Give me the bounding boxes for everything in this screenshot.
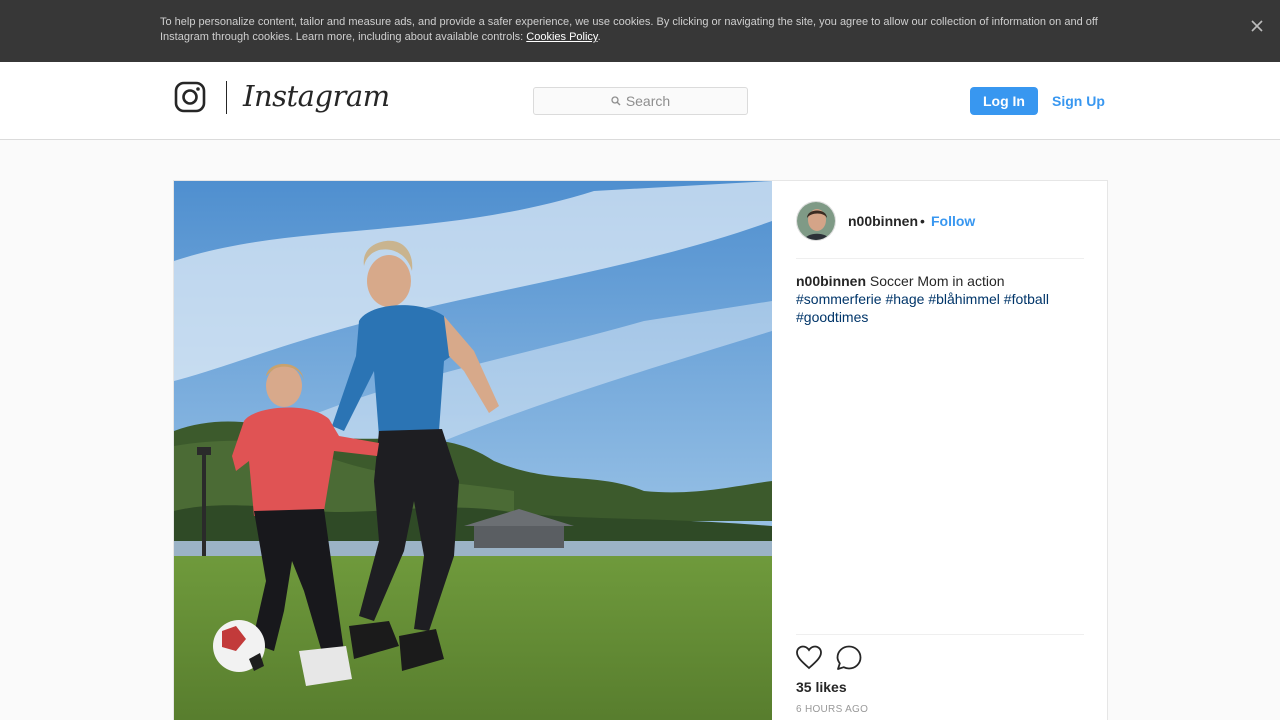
caption-username[interactable]: n00binnen [796, 273, 866, 289]
hashtag-link[interactable]: #fotball [1004, 291, 1049, 307]
instagram-camera-icon[interactable] [174, 81, 206, 113]
comment-bubble-icon[interactable] [836, 645, 862, 671]
cookies-policy-link[interactable]: Cookies Policy [526, 31, 597, 43]
cookie-banner-text: To help personalize content, tailor and … [160, 15, 1110, 45]
sign-up-link[interactable]: Sign Up [1052, 93, 1105, 109]
search-icon [611, 93, 621, 109]
post-caption: n00binnen Soccer Mom in action #sommerfe… [796, 272, 1066, 326]
post-details-panel: n00binnen • Follow n00binnen Soccer Mom … [796, 181, 1084, 720]
hashtag-link[interactable]: #blåhimmel [928, 291, 1000, 307]
caption-text: Soccer Mom in action [869, 273, 1005, 289]
search-placeholder: Search [625, 93, 671, 109]
cookie-message: To help personalize content, tailor and … [160, 16, 1098, 43]
post-actions: 35 likes 6 HOURS AGO [796, 634, 1084, 720]
close-icon[interactable] [1244, 13, 1270, 39]
follow-button[interactable]: Follow [931, 213, 975, 229]
hashtag-link[interactable]: #hage [885, 291, 924, 307]
hashtag-link[interactable]: #goodtimes [796, 309, 868, 325]
cookie-period: . [597, 31, 601, 43]
post-header: n00binnen • Follow [796, 201, 1084, 259]
instagram-wordmark[interactable]: Instagram [243, 79, 390, 113]
post-card: n00binnen • Follow n00binnen Soccer Mom … [173, 180, 1108, 720]
post-photo[interactable] [174, 181, 772, 720]
hashtag-link[interactable]: #sommerferie [796, 291, 882, 307]
top-navbar: Instagram Search Log In Sign Up [0, 62, 1280, 140]
post-timestamp[interactable]: 6 HOURS AGO [796, 704, 868, 715]
logo-divider [226, 81, 227, 114]
heart-icon[interactable] [796, 645, 822, 671]
log-in-button[interactable]: Log In [970, 87, 1038, 115]
avatar[interactable] [796, 201, 836, 241]
header-separator: • [920, 213, 925, 229]
post-author-username[interactable]: n00binnen [848, 213, 918, 229]
cookie-banner: To help personalize content, tailor and … [0, 0, 1280, 62]
search-input[interactable]: Search [533, 87, 748, 115]
likes-count[interactable]: 35 likes [796, 679, 847, 695]
